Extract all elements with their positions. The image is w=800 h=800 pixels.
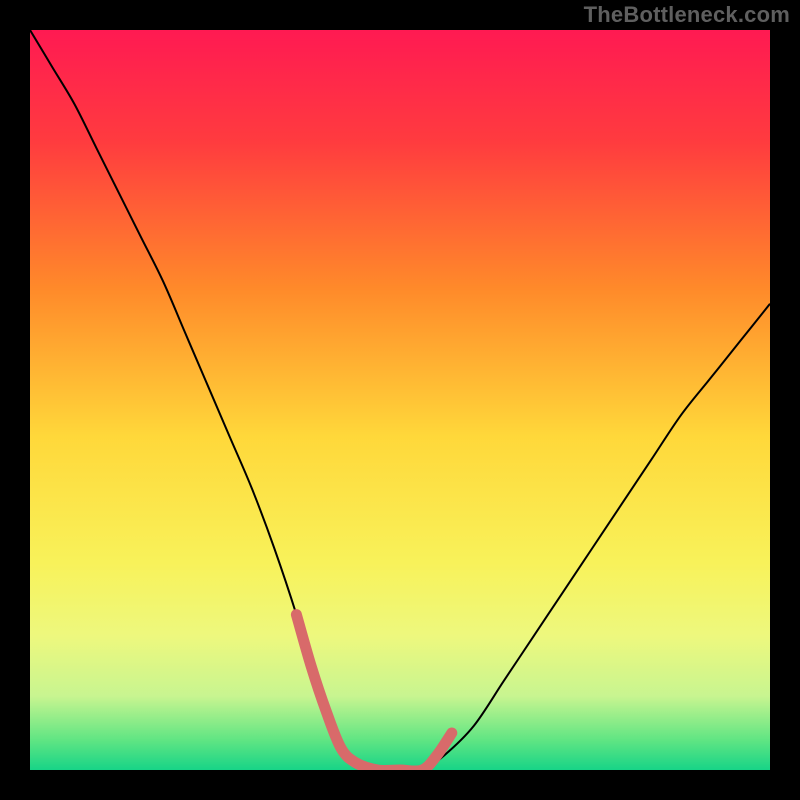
chart-container: TheBottleneck.com bbox=[0, 0, 800, 800]
chart-svg bbox=[30, 30, 770, 770]
gradient-background bbox=[30, 30, 770, 770]
watermark-text: TheBottleneck.com bbox=[584, 2, 790, 28]
plot-area bbox=[30, 30, 770, 770]
